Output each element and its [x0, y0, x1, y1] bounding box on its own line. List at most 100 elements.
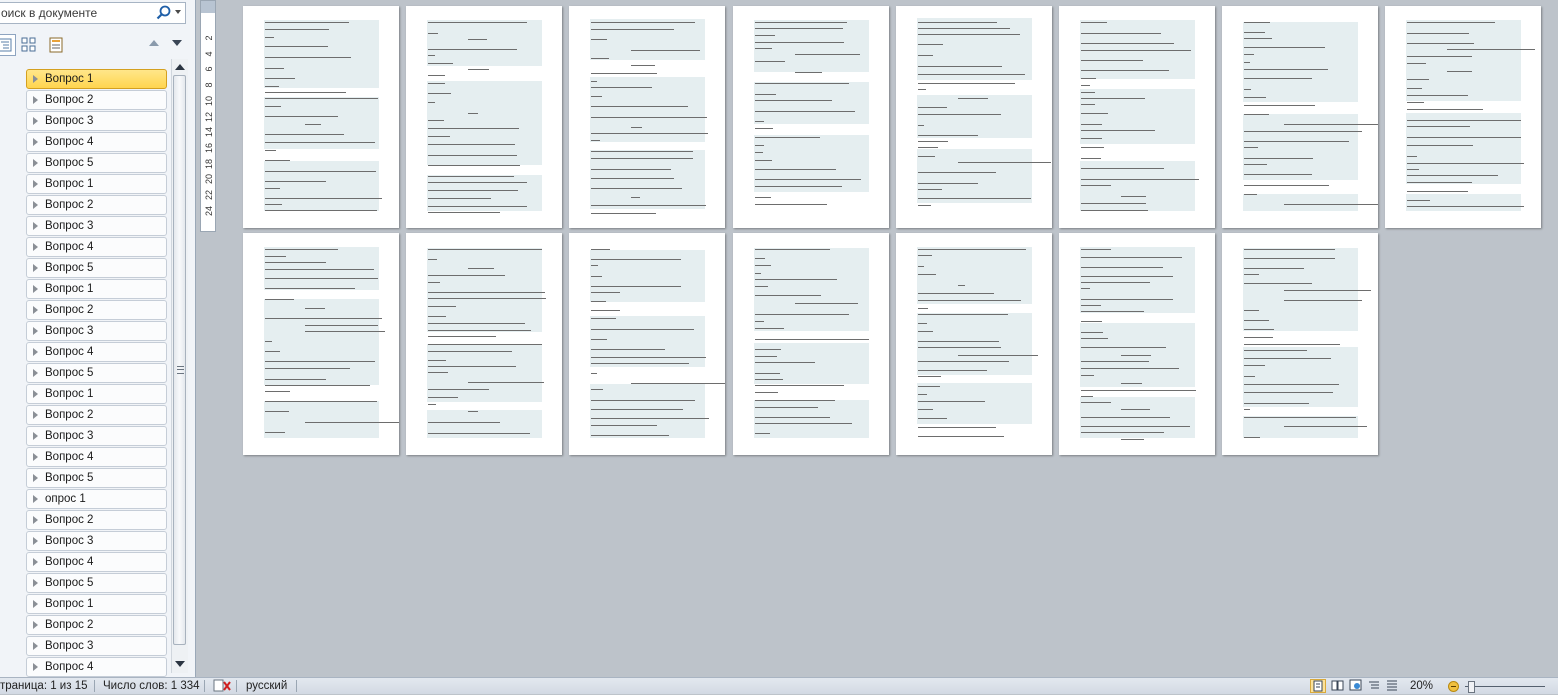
tab-results[interactable] [45, 34, 67, 56]
expand-triangle-icon[interactable] [33, 495, 38, 503]
heading-item[interactable]: Вопрос 1 [26, 174, 167, 194]
outline-button[interactable] [1367, 679, 1383, 693]
zoom-out-icon[interactable] [1448, 681, 1459, 692]
expand-triangle-icon[interactable] [33, 537, 38, 545]
web-layout-button[interactable] [1349, 679, 1365, 693]
heading-item[interactable]: Вопрос 5 [26, 363, 167, 383]
expand-triangle-icon[interactable] [33, 600, 38, 608]
page-thumbnail[interactable] [243, 6, 399, 228]
expand-triangle-icon[interactable] [33, 432, 38, 440]
expand-triangle-icon[interactable] [33, 285, 38, 293]
heading-item[interactable]: Вопрос 4 [26, 237, 167, 257]
heading-item[interactable]: Вопрос 5 [26, 258, 167, 278]
search-options-dropdown-icon[interactable] [175, 10, 181, 14]
language[interactable]: русский [246, 680, 287, 692]
heading-item[interactable]: Вопрос 5 [26, 153, 167, 173]
page-thumbnail[interactable] [1059, 233, 1215, 455]
expand-triangle-icon[interactable] [33, 159, 38, 167]
expand-triangle-icon[interactable] [33, 201, 38, 209]
print-layout-button[interactable] [1310, 679, 1326, 693]
spellcheck-error-icon[interactable] [212, 679, 232, 693]
page-count[interactable]: траница: 1 из 15 [0, 680, 87, 692]
expand-triangle-icon[interactable] [33, 117, 38, 125]
search-box[interactable] [0, 2, 186, 24]
heading-item[interactable]: Вопрос 4 [26, 657, 167, 677]
word-count[interactable]: Число слов: 1 334 [103, 680, 200, 692]
scroll-thumb[interactable] [173, 75, 186, 645]
page-thumbnail[interactable] [1385, 6, 1542, 228]
page-thumbnail[interactable] [569, 6, 726, 228]
scroll-up-icon[interactable] [175, 64, 185, 70]
expand-triangle-icon[interactable] [33, 516, 38, 524]
page-thumbnail[interactable] [569, 233, 726, 455]
heading-item[interactable]: Вопрос 1 [26, 594, 167, 614]
page-thumbnail[interactable] [732, 6, 889, 228]
expand-triangle-icon[interactable] [33, 558, 38, 566]
page-thumbnail[interactable] [1222, 6, 1379, 228]
heading-item[interactable]: Вопрос 1 [26, 69, 167, 89]
zoom-slider-thumb[interactable] [1468, 681, 1475, 693]
heading-item[interactable]: Вопрос 2 [26, 300, 167, 320]
heading-item[interactable]: Вопрос 4 [26, 132, 167, 152]
heading-item[interactable]: Вопрос 2 [26, 510, 167, 530]
scroll-down-icon[interactable] [175, 661, 185, 667]
magnifier-icon[interactable] [155, 4, 173, 22]
heading-item[interactable]: опрос 1 [26, 489, 167, 509]
expand-triangle-icon[interactable] [33, 96, 38, 104]
heading-item[interactable]: Вопрос 3 [26, 636, 167, 656]
heading-item[interactable]: Вопрос 1 [26, 384, 167, 404]
expand-triangle-icon[interactable] [33, 369, 38, 377]
nav-scrollbar[interactable] [171, 59, 188, 673]
document-area[interactable] [218, 0, 1558, 677]
next-heading-icon[interactable] [172, 40, 182, 46]
expand-triangle-icon[interactable] [33, 222, 38, 230]
heading-item[interactable]: Вопрос 2 [26, 405, 167, 425]
tab-headings[interactable] [0, 34, 16, 56]
page-thumbnail[interactable] [406, 233, 563, 455]
full-screen-reading-button[interactable] [1331, 679, 1347, 693]
page-thumbnail[interactable] [1222, 233, 1379, 455]
zoom-level[interactable]: 20% [1410, 680, 1433, 692]
page-thumbnail[interactable] [895, 6, 1052, 228]
heading-item[interactable]: Вопрос 3 [26, 426, 167, 446]
draft-button[interactable] [1385, 679, 1401, 693]
expand-triangle-icon[interactable] [33, 642, 38, 650]
expand-triangle-icon[interactable] [33, 663, 38, 671]
zoom-slider[interactable] [1465, 686, 1545, 687]
page-thumbnail[interactable] [732, 233, 889, 455]
heading-item[interactable]: Вопрос 3 [26, 531, 167, 551]
expand-triangle-icon[interactable] [33, 621, 38, 629]
expand-triangle-icon[interactable] [33, 348, 38, 356]
heading-item[interactable]: Вопрос 3 [26, 111, 167, 131]
tab-pages[interactable] [18, 34, 40, 56]
page-thumbnail[interactable] [895, 233, 1052, 455]
expand-triangle-icon[interactable] [33, 306, 38, 314]
vertical-ruler[interactable]: 2 4 6 8 10 12 14 16 18 20 22 24 [200, 0, 216, 232]
expand-triangle-icon[interactable] [33, 474, 38, 482]
expand-triangle-icon[interactable] [33, 390, 38, 398]
page-thumbnail[interactable] [406, 6, 563, 228]
heading-item[interactable]: Вопрос 3 [26, 321, 167, 341]
heading-item[interactable]: Вопрос 4 [26, 552, 167, 572]
heading-item[interactable]: Вопрос 4 [26, 342, 167, 362]
expand-triangle-icon[interactable] [33, 327, 38, 335]
expand-triangle-icon[interactable] [33, 75, 38, 83]
page-thumbnail[interactable] [1059, 6, 1215, 228]
heading-item[interactable]: Вопрос 5 [26, 573, 167, 593]
heading-item[interactable]: Вопрос 2 [26, 615, 167, 635]
expand-triangle-icon[interactable] [33, 138, 38, 146]
heading-item[interactable]: Вопрос 2 [26, 195, 167, 215]
expand-triangle-icon[interactable] [33, 180, 38, 188]
heading-item[interactable]: Вопрос 5 [26, 468, 167, 488]
heading-item[interactable]: Вопрос 1 [26, 279, 167, 299]
heading-item[interactable]: Вопрос 2 [26, 90, 167, 110]
expand-triangle-icon[interactable] [33, 453, 38, 461]
expand-triangle-icon[interactable] [33, 243, 38, 251]
previous-heading-icon[interactable] [149, 40, 159, 46]
expand-triangle-icon[interactable] [33, 411, 38, 419]
page-thumbnail[interactable] [243, 233, 399, 455]
search-input[interactable] [0, 3, 151, 23]
heading-item[interactable]: Вопрос 4 [26, 447, 167, 467]
heading-item[interactable]: Вопрос 3 [26, 216, 167, 236]
expand-triangle-icon[interactable] [33, 579, 38, 587]
